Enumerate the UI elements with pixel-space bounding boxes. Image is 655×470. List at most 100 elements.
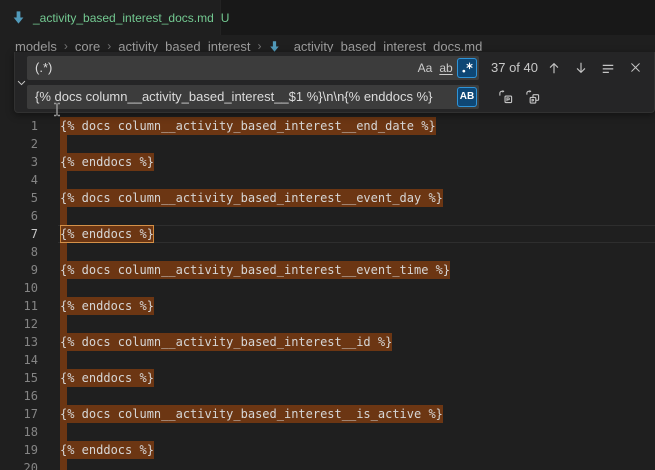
toggle-replace-button[interactable] bbox=[15, 52, 27, 112]
find-match-highlight bbox=[60, 459, 67, 470]
find-match-highlight: {% enddocs %} bbox=[60, 441, 154, 459]
editor-line[interactable]: 1 {% docs column__activity_based_interes… bbox=[0, 117, 655, 135]
editor-line[interactable]: 5 {% docs column__activity_based_interes… bbox=[0, 189, 655, 207]
selection-lines-icon bbox=[601, 61, 615, 75]
replace-row: {% docs column__activity_based_interest_… bbox=[27, 85, 646, 109]
editor-pane[interactable]: 1 {% docs column__activity_based_interes… bbox=[0, 57, 655, 470]
find-match-highlight: {% enddocs %} bbox=[60, 225, 154, 243]
line-number: 15 bbox=[0, 369, 38, 387]
arrow-up-icon bbox=[547, 61, 561, 75]
preserve-case-toggle[interactable]: AB bbox=[457, 87, 477, 107]
find-match-highlight bbox=[60, 351, 67, 369]
find-match-highlight: {% docs column__activity_based_interest_… bbox=[60, 405, 443, 423]
editor-line[interactable]: 17 {% docs column__activity_based_intere… bbox=[0, 405, 655, 423]
find-match-highlight: {% docs column__activity_based_interest_… bbox=[60, 333, 392, 351]
regex-icon bbox=[461, 61, 474, 74]
editor-line[interactable]: 7 {% enddocs %} bbox=[0, 225, 655, 243]
previous-match-button[interactable] bbox=[543, 57, 565, 79]
line-code: {% enddocs %} bbox=[38, 297, 154, 315]
find-match-highlight bbox=[60, 243, 67, 261]
line-code bbox=[38, 387, 67, 405]
find-match-highlight: {% docs column__activity_based_interest_… bbox=[60, 261, 450, 279]
line-code: {% docs column__activity_based_interest_… bbox=[38, 117, 436, 135]
find-in-selection-button[interactable] bbox=[597, 57, 619, 79]
editor-line[interactable]: 20 bbox=[0, 459, 655, 470]
line-code bbox=[38, 279, 67, 297]
editor-line[interactable]: 8 bbox=[0, 243, 655, 261]
line-number: 5 bbox=[0, 189, 38, 207]
line-number: 19 bbox=[0, 441, 38, 459]
editor-line[interactable]: 6 bbox=[0, 207, 655, 225]
find-match-highlight: {% docs column__activity_based_interest_… bbox=[60, 117, 436, 135]
whole-word-toggle[interactable]: ab bbox=[436, 58, 456, 78]
replace-all-icon bbox=[525, 89, 540, 104]
editor-line[interactable]: 4 bbox=[0, 171, 655, 189]
close-find-widget-button[interactable] bbox=[624, 57, 646, 79]
line-number: 10 bbox=[0, 279, 38, 297]
line-code bbox=[38, 351, 67, 369]
editor-line[interactable]: 10 bbox=[0, 279, 655, 297]
editor-line[interactable]: 16 bbox=[0, 387, 655, 405]
tab-activity-based-interest-docs[interactable]: _activity_based_interest_docs.md U bbox=[0, 0, 221, 35]
chevron-down-icon bbox=[16, 77, 27, 88]
line-code bbox=[38, 459, 67, 470]
replace-button[interactable] bbox=[494, 86, 516, 108]
line-code bbox=[38, 171, 67, 189]
replace-icon bbox=[498, 89, 513, 104]
editor-line[interactable]: 14 bbox=[0, 351, 655, 369]
line-code bbox=[38, 243, 67, 261]
line-code: {% docs column__activity_based_interest_… bbox=[38, 333, 392, 351]
tab-bar: _activity_based_interest_docs.md U bbox=[0, 0, 655, 35]
line-code bbox=[38, 135, 67, 153]
find-match-highlight bbox=[60, 315, 67, 333]
editor-line[interactable]: 19 {% enddocs %} bbox=[0, 441, 655, 459]
find-match-highlight bbox=[60, 171, 67, 189]
editor-line[interactable]: 15 {% enddocs %} bbox=[0, 369, 655, 387]
editor-line[interactable]: 9 {% docs column__activity_based_interes… bbox=[0, 261, 655, 279]
find-row: (.*) Aa ab 37 of 40 bbox=[27, 56, 646, 80]
find-match-highlight bbox=[60, 279, 67, 297]
line-number: 4 bbox=[0, 171, 38, 189]
tab-title: _activity_based_interest_docs.md bbox=[33, 11, 214, 25]
next-match-button[interactable] bbox=[570, 57, 592, 79]
find-match-highlight bbox=[60, 207, 67, 225]
line-number: 17 bbox=[0, 405, 38, 423]
replace-input-value: {% docs column__activity_based_interest_… bbox=[35, 89, 456, 104]
find-replace-widget: (.*) Aa ab 37 of 40 bbox=[14, 52, 655, 113]
line-code bbox=[38, 423, 67, 441]
line-number: 16 bbox=[0, 387, 38, 405]
regex-toggle[interactable] bbox=[457, 58, 477, 78]
breadcrumb-separator: › bbox=[64, 39, 68, 53]
line-number: 7 bbox=[0, 225, 38, 243]
git-status-badge: U bbox=[221, 11, 230, 25]
find-match-highlight: {% enddocs %} bbox=[60, 153, 154, 171]
editor-line[interactable]: 3 {% enddocs %} bbox=[0, 153, 655, 171]
replace-all-button[interactable] bbox=[521, 86, 543, 108]
find-widget-rows: (.*) Aa ab 37 of 40 bbox=[27, 52, 654, 112]
editor-line[interactable]: 13 {% docs column__activity_based_intere… bbox=[0, 333, 655, 351]
arrow-down-icon bbox=[574, 61, 588, 75]
editor-line[interactable]: 12 bbox=[0, 315, 655, 333]
line-number: 1 bbox=[0, 117, 38, 135]
find-match-highlight: {% enddocs %} bbox=[60, 297, 154, 315]
line-number: 11 bbox=[0, 297, 38, 315]
find-match-highlight bbox=[60, 135, 67, 153]
editor-line[interactable]: 2 bbox=[0, 135, 655, 153]
line-number: 2 bbox=[0, 135, 38, 153]
line-number: 6 bbox=[0, 207, 38, 225]
line-code: {% docs column__activity_based_interest_… bbox=[38, 405, 443, 423]
line-code: {% docs column__activity_based_interest_… bbox=[38, 189, 443, 207]
vscode-window: _activity_based_interest_docs.md U model… bbox=[0, 0, 655, 470]
match-case-toggle[interactable]: Aa bbox=[415, 58, 435, 78]
editor-line[interactable]: 11 {% enddocs %} bbox=[0, 297, 655, 315]
close-icon bbox=[629, 61, 642, 74]
line-number: 14 bbox=[0, 351, 38, 369]
find-input[interactable]: (.*) Aa ab bbox=[27, 56, 479, 80]
find-match-highlight: {% enddocs %} bbox=[60, 369, 154, 387]
line-number: 13 bbox=[0, 333, 38, 351]
replace-input[interactable]: {% docs column__activity_based_interest_… bbox=[27, 85, 479, 109]
line-number: 20 bbox=[0, 459, 38, 470]
editor-line[interactable]: 18 bbox=[0, 423, 655, 441]
line-number: 12 bbox=[0, 315, 38, 333]
line-number: 18 bbox=[0, 423, 38, 441]
